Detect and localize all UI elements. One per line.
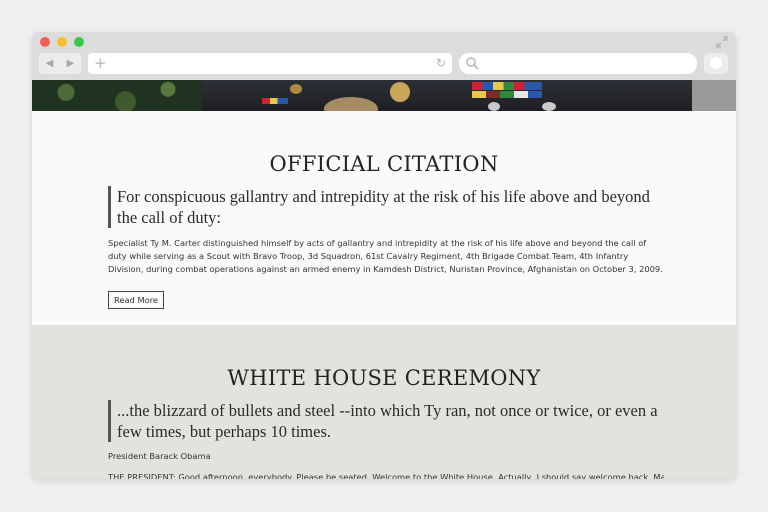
search-icon <box>466 57 479 70</box>
hero-uniform <box>202 80 692 111</box>
search-input[interactable] <box>459 53 697 74</box>
citation-quote: For conspicuous gallantry and intrepidit… <box>108 186 673 228</box>
medal-badge <box>324 97 378 111</box>
address-bar[interactable]: + ↻ <box>88 53 452 74</box>
ribbon-bar <box>472 82 542 90</box>
hero-background <box>692 80 736 111</box>
ceremony-attribution: President Barack Obama <box>108 451 211 461</box>
medal-badge <box>290 84 302 94</box>
extension-button[interactable] <box>704 53 728 74</box>
back-arrow-icon[interactable]: ◀ <box>39 53 60 74</box>
maximize-window-button[interactable] <box>74 37 84 47</box>
forward-arrow-icon[interactable]: ▶ <box>60 53 81 74</box>
ceremony-quote: ...the blizzard of bullets and steel --i… <box>108 400 673 442</box>
medal-badge <box>542 102 556 111</box>
hero-image <box>32 80 736 111</box>
close-window-button[interactable] <box>40 37 50 47</box>
medal-badge <box>488 102 500 111</box>
citation-body: Specialist Ty M. Carter distinguished hi… <box>108 238 663 274</box>
minimize-window-button[interactable] <box>57 37 67 47</box>
ceremony-heading: WHITE HOUSE CEREMONY <box>227 366 541 390</box>
citation-section: OFFICIAL CITATION For conspicuous gallan… <box>32 111 736 325</box>
ceremony-transcript: THE PRESIDENT: Good afternoon, everybody… <box>108 472 664 479</box>
expand-icon[interactable] <box>716 36 728 48</box>
medal-badge <box>390 82 410 102</box>
citation-heading: OFFICIAL CITATION <box>269 152 499 176</box>
browser-toolbar: ◀ ▶ + ↻ <box>32 32 736 80</box>
read-more-button[interactable]: Read More <box>108 291 164 309</box>
ribbon-bar <box>472 91 542 98</box>
navigation-buttons: ◀ ▶ <box>39 53 81 74</box>
browser-window: ◀ ▶ + ↻ OFFICIAL CITATION For conspicuou… <box>32 32 736 479</box>
reload-icon[interactable]: ↻ <box>436 56 446 70</box>
plus-icon[interactable]: + <box>94 54 107 72</box>
hero-foliage <box>32 80 202 111</box>
ribbon-bar <box>262 98 288 104</box>
ceremony-section: WHITE HOUSE CEREMONY ...the blizzard of … <box>32 325 736 479</box>
